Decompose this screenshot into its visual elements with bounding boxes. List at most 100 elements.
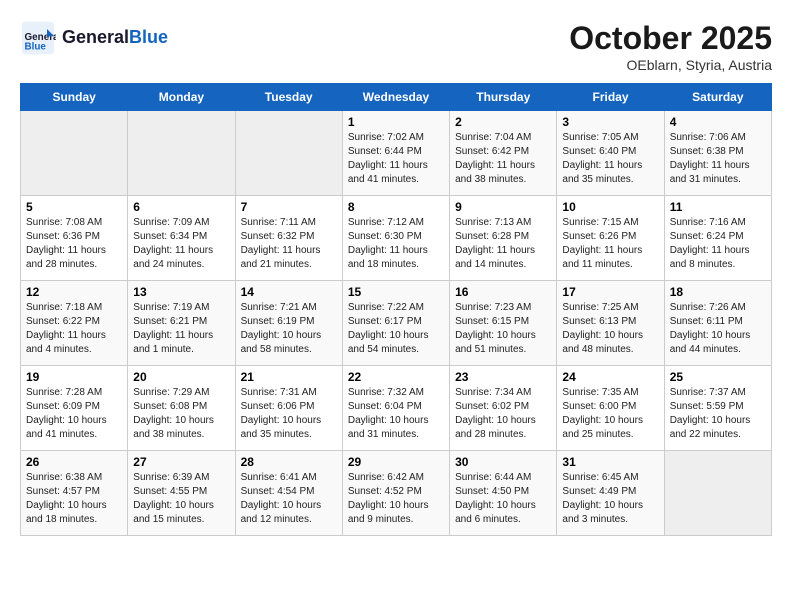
day-info: Sunrise: 7:31 AM Sunset: 6:06 PM Dayligh… [241,386,337,442]
col-header-friday: Friday [557,84,664,111]
col-header-monday: Monday [128,84,235,111]
day-number: 18 [670,285,766,299]
day-info: Sunrise: 7:09 AM Sunset: 6:34 PM Dayligh… [133,216,229,272]
day-info: Sunrise: 7:02 AM Sunset: 6:44 PM Dayligh… [348,131,444,187]
day-number: 26 [26,455,122,469]
day-cell: 29 Sunrise: 6:42 AM Sunset: 4:52 PM Dayli… [342,451,449,536]
day-info: Sunrise: 7:22 AM Sunset: 6:17 PM Dayligh… [348,301,444,357]
calendar-table: SundayMondayTuesdayWednesdayThursdayFrid… [20,83,772,536]
day-cell [128,111,235,196]
day-cell: 16Sunrise: 7:23 AM Sunset: 6:15 PM Dayli… [450,281,557,366]
day-info: Sunrise: 7:04 AM Sunset: 6:42 PM Dayligh… [455,131,551,187]
day-number: 19 [26,370,122,384]
day-number: 2 [455,115,551,129]
day-info: Sunrise: 7:35 AM Sunset: 6:00 PM Dayligh… [562,386,658,442]
day-number: 20 [133,370,229,384]
day-cell: 4 Sunrise: 7:06 AM Sunset: 6:38 PM Daylig… [664,111,771,196]
day-number: 31 [562,455,658,469]
day-number: 6 [133,200,229,214]
header-row: SundayMondayTuesdayWednesdayThursdayFrid… [21,84,772,111]
day-number: 28 [241,455,337,469]
day-info: Sunrise: 7:26 AM Sunset: 6:11 PM Dayligh… [670,301,766,357]
day-number: 25 [670,370,766,384]
day-cell: 19 Sunrise: 7:28 AM Sunset: 6:09 PM Dayli… [21,366,128,451]
col-header-sunday: Sunday [21,84,128,111]
page-header: General Blue GeneralBlue October 2025 OE… [20,20,772,73]
day-number: 15 [348,285,444,299]
day-info: Sunrise: 7:29 AM Sunset: 6:08 PM Dayligh… [133,386,229,442]
col-header-saturday: Saturday [664,84,771,111]
day-number: 29 [348,455,444,469]
day-cell: 30Sunrise: 6:44 AM Sunset: 4:50 PM Dayli… [450,451,557,536]
week-row-5: 26 Sunrise: 6:38 AM Sunset: 4:57 PM Dayli… [21,451,772,536]
day-number: 11 [670,200,766,214]
day-info: Sunrise: 7:37 AM Sunset: 5:59 PM Dayligh… [670,386,766,442]
day-info: Sunrise: 6:41 AM Sunset: 4:54 PM Dayligh… [241,471,337,527]
day-info: Sunrise: 7:16 AM Sunset: 6:24 PM Dayligh… [670,216,766,272]
day-cell: 25 Sunrise: 7:37 AM Sunset: 5:59 PM Dayli… [664,366,771,451]
day-info: Sunrise: 7:18 AM Sunset: 6:22 PM Dayligh… [26,301,122,357]
day-number: 13 [133,285,229,299]
day-number: 24 [562,370,658,384]
day-cell: 23 Sunrise: 7:34 AM Sunset: 6:02 PM Dayli… [450,366,557,451]
day-number: 5 [26,200,122,214]
day-info: Sunrise: 6:45 AM Sunset: 4:49 PM Dayligh… [562,471,658,527]
week-row-1: 1Sunrise: 7:02 AM Sunset: 6:44 PM Daylig… [21,111,772,196]
day-cell: 22 Sunrise: 7:32 AM Sunset: 6:04 PM Dayli… [342,366,449,451]
col-header-wednesday: Wednesday [342,84,449,111]
day-info: Sunrise: 6:38 AM Sunset: 4:57 PM Dayligh… [26,471,122,527]
day-cell: 13 Sunrise: 7:19 AM Sunset: 6:21 PM Dayli… [128,281,235,366]
day-info: Sunrise: 7:19 AM Sunset: 6:21 PM Dayligh… [133,301,229,357]
day-info: Sunrise: 7:12 AM Sunset: 6:30 PM Dayligh… [348,216,444,272]
day-number: 4 [670,115,766,129]
day-number: 23 [455,370,551,384]
day-cell: 12 Sunrise: 7:18 AM Sunset: 6:22 PM Dayli… [21,281,128,366]
day-cell: 1Sunrise: 7:02 AM Sunset: 6:44 PM Daylig… [342,111,449,196]
day-number: 9 [455,200,551,214]
day-cell: 31 Sunrise: 6:45 AM Sunset: 4:49 PM Dayli… [557,451,664,536]
location-subtitle: OEblarn, Styria, Austria [569,57,772,73]
day-info: Sunrise: 7:34 AM Sunset: 6:02 PM Dayligh… [455,386,551,442]
logo-text: GeneralBlue [62,28,168,48]
day-cell: 9 Sunrise: 7:13 AM Sunset: 6:28 PM Daylig… [450,196,557,281]
day-cell: 21Sunrise: 7:31 AM Sunset: 6:06 PM Dayli… [235,366,342,451]
day-cell: 20 Sunrise: 7:29 AM Sunset: 6:08 PM Dayli… [128,366,235,451]
day-info: Sunrise: 7:06 AM Sunset: 6:38 PM Dayligh… [670,131,766,187]
day-number: 12 [26,285,122,299]
day-cell: 18 Sunrise: 7:26 AM Sunset: 6:11 PM Dayli… [664,281,771,366]
day-cell: 27 Sunrise: 6:39 AM Sunset: 4:55 PM Dayli… [128,451,235,536]
day-cell: 24 Sunrise: 7:35 AM Sunset: 6:00 PM Dayli… [557,366,664,451]
day-info: Sunrise: 7:15 AM Sunset: 6:26 PM Dayligh… [562,216,658,272]
day-number: 17 [562,285,658,299]
day-info: Sunrise: 7:32 AM Sunset: 6:04 PM Dayligh… [348,386,444,442]
day-cell: 3Sunrise: 7:05 AM Sunset: 6:40 PM Daylig… [557,111,664,196]
day-number: 7 [241,200,337,214]
day-info: Sunrise: 7:08 AM Sunset: 6:36 PM Dayligh… [26,216,122,272]
logo-icon: General Blue [20,20,56,56]
day-info: Sunrise: 7:11 AM Sunset: 6:32 PM Dayligh… [241,216,337,272]
day-info: Sunrise: 6:42 AM Sunset: 4:52 PM Dayligh… [348,471,444,527]
logo: General Blue GeneralBlue [20,20,168,56]
day-cell [235,111,342,196]
col-header-thursday: Thursday [450,84,557,111]
day-number: 30 [455,455,551,469]
day-cell: 11 Sunrise: 7:16 AM Sunset: 6:24 PM Dayli… [664,196,771,281]
day-info: Sunrise: 6:39 AM Sunset: 4:55 PM Dayligh… [133,471,229,527]
day-cell: 8Sunrise: 7:12 AM Sunset: 6:30 PM Daylig… [342,196,449,281]
month-title: October 2025 [569,20,772,57]
day-cell: 10Sunrise: 7:15 AM Sunset: 6:26 PM Dayli… [557,196,664,281]
day-cell [664,451,771,536]
day-number: 3 [562,115,658,129]
day-info: Sunrise: 7:13 AM Sunset: 6:28 PM Dayligh… [455,216,551,272]
day-cell [21,111,128,196]
day-number: 22 [348,370,444,384]
week-row-4: 19 Sunrise: 7:28 AM Sunset: 6:09 PM Dayli… [21,366,772,451]
day-number: 14 [241,285,337,299]
col-header-tuesday: Tuesday [235,84,342,111]
day-cell: 15 Sunrise: 7:22 AM Sunset: 6:17 PM Dayli… [342,281,449,366]
day-info: Sunrise: 7:28 AM Sunset: 6:09 PM Dayligh… [26,386,122,442]
day-number: 16 [455,285,551,299]
day-info: Sunrise: 7:25 AM Sunset: 6:13 PM Dayligh… [562,301,658,357]
svg-text:Blue: Blue [25,42,47,53]
day-number: 27 [133,455,229,469]
